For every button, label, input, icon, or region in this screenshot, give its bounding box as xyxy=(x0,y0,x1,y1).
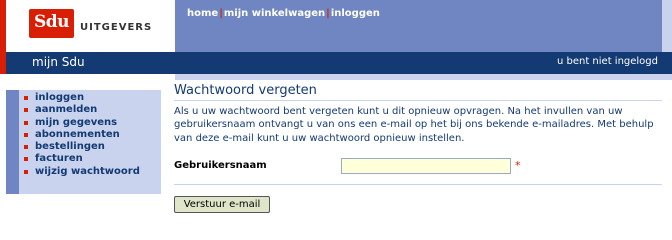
sidebar-item-abonnementen[interactable]: abonnementen xyxy=(24,129,161,141)
sidebar-item-aanmelden[interactable]: aanmelden xyxy=(24,104,161,116)
bullet-icon xyxy=(24,120,28,125)
username-label: Gebruikersnaam xyxy=(174,160,267,171)
login-status: u bent niet ingelogd xyxy=(556,56,658,67)
sidebar-item-wijzig-wachtwoord[interactable]: wijzig wachtwoord xyxy=(24,166,161,178)
bullet-icon xyxy=(24,145,28,150)
sidebar-menu: inloggen aanmelden mijn gegevens abonnem… xyxy=(19,90,161,194)
form-divider xyxy=(174,184,662,185)
top-navigation: home|mijn winkelwagen|inloggen xyxy=(187,8,380,19)
logo-text: Sdu xyxy=(34,12,70,32)
header-divider-band xyxy=(175,74,672,80)
intro-text: Als u uw wachtwoord bent vergeten kunt u… xyxy=(174,106,654,144)
sidebar-item-bestellingen[interactable]: bestellingen xyxy=(24,141,161,153)
section-title: mijn Sdu xyxy=(32,55,85,69)
bullet-icon xyxy=(24,108,28,113)
bullet-icon xyxy=(24,96,28,100)
nav-cart-link[interactable]: mijn winkelwagen xyxy=(224,8,325,19)
sidebar-item-inloggen[interactable]: inloggen xyxy=(24,92,161,104)
sidebar-item-label[interactable]: wijzig wachtwoord xyxy=(35,166,140,177)
sidebar-item-mijn-gegevens[interactable]: mijn gegevens xyxy=(24,117,161,129)
send-email-button[interactable]: Verstuur e-mail xyxy=(174,196,270,213)
sidebar-item-facturen[interactable]: facturen xyxy=(24,153,161,165)
section-bar-accent xyxy=(0,48,6,74)
title-divider xyxy=(174,100,662,101)
sidebar-item-label[interactable]: bestellingen xyxy=(35,141,105,152)
sidebar-item-label[interactable]: mijn gegevens xyxy=(35,117,117,128)
sidebar-accent-strip xyxy=(6,90,19,194)
nav-login-link[interactable]: inloggen xyxy=(331,8,380,19)
sidebar-item-label[interactable]: abonnementen xyxy=(35,129,120,140)
logo-subtitle: UITGEVERS xyxy=(80,22,153,33)
bullet-icon xyxy=(24,132,28,137)
sidebar-item-label[interactable]: aanmelden xyxy=(35,104,97,115)
nav-separator: | xyxy=(219,8,223,19)
nav-separator: | xyxy=(326,8,330,19)
page-title: Wachtwoord vergeten xyxy=(174,83,317,98)
username-input[interactable] xyxy=(341,158,511,174)
required-marker: * xyxy=(515,159,521,172)
sidebar-item-label[interactable]: inloggen xyxy=(35,92,84,103)
bullet-icon xyxy=(24,157,28,162)
sidebar-item-label[interactable]: facturen xyxy=(35,153,83,164)
bullet-icon xyxy=(24,169,28,174)
nav-home-link[interactable]: home xyxy=(187,8,218,19)
